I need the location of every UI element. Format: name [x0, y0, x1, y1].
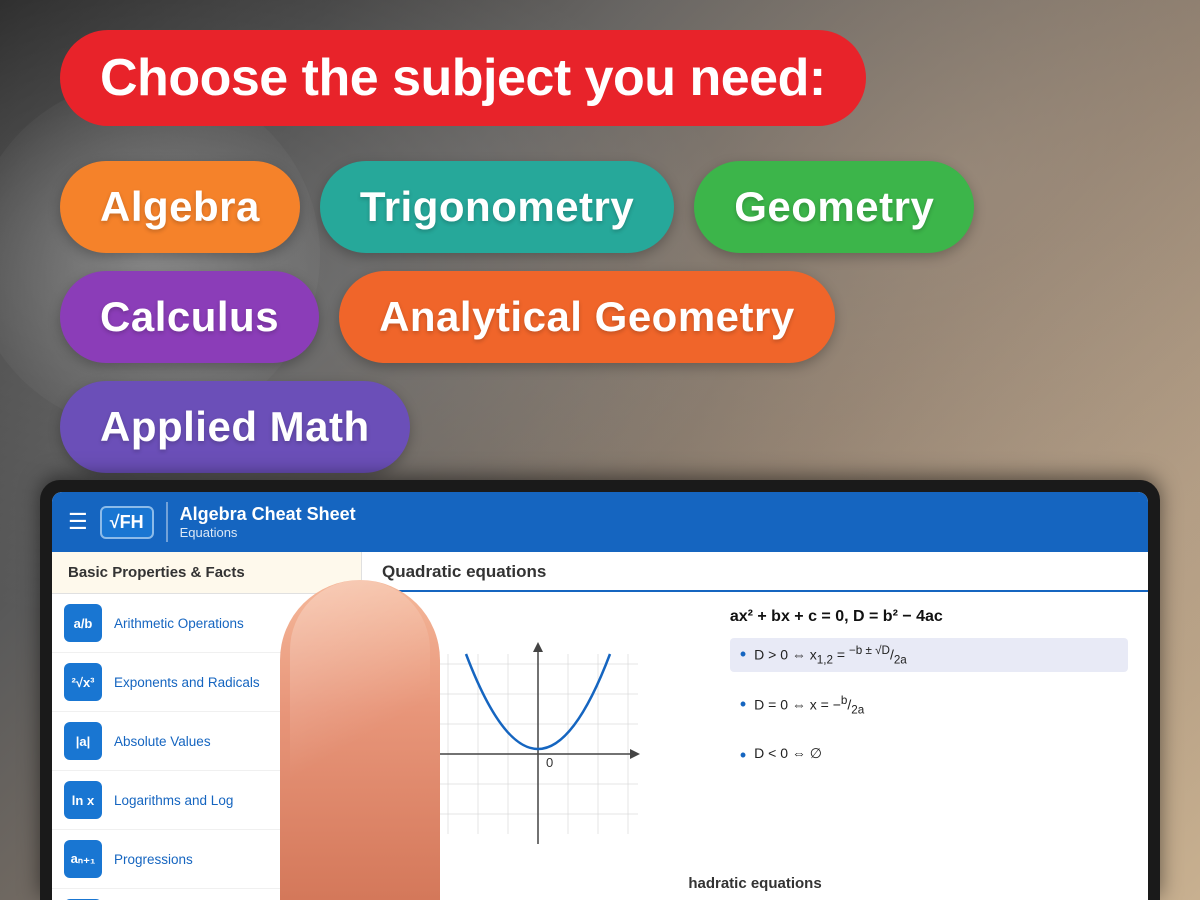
formula-d-zero: D = 0 ⇔ x = −b/2a [754, 694, 864, 716]
app-header: ☰ √FH Algebra Cheat Sheet Equations [52, 492, 1148, 552]
formula-area: ax² + bx + c = 0, D = b² − 4ac • D > 0 ⇔… [720, 602, 1138, 885]
absolute-label: Absolute Values [114, 734, 211, 749]
formula-main: ax² + bx + c = 0, D = b² − 4ac [730, 608, 1128, 626]
subject-row-2: Calculus Analytical Geometry [60, 271, 1140, 363]
geometry-button[interactable]: Geometry [694, 161, 974, 253]
subject-row-1: Algebra Trigonometry Geometry [60, 161, 1140, 253]
section-title: Quadratic equations [362, 552, 1148, 592]
absolute-icon: |a| [64, 722, 102, 760]
calculus-button[interactable]: Calculus [60, 271, 319, 363]
top-section: Choose the subject you need: Algebra Tri… [0, 0, 1200, 510]
device-screen: ☰ √FH Algebra Cheat Sheet Equations Basi… [52, 492, 1148, 900]
algebra-button[interactable]: Algebra [60, 161, 300, 253]
applied-math-button[interactable]: Applied Math [60, 381, 410, 473]
log-label: Logarithms and Log [114, 793, 233, 808]
bullet-3: • [740, 745, 746, 767]
header-title: Choose the subject you need: [100, 49, 826, 107]
trigonometry-button[interactable]: Trigonometry [320, 161, 674, 253]
main-content: Quadratic equations [362, 552, 1148, 900]
content-area: Basic Properties & Facts a/b Arithmetic … [52, 552, 1148, 900]
formula-d-negative: D < 0 ⇔ ∅ [754, 745, 822, 762]
content-body: 0 ax² + bx + c = 0, D = b² − 4ac • D > 0… [362, 592, 1148, 895]
sidebar-header: Basic Properties & Facts [52, 552, 361, 594]
exponents-label: Exponents and Radicals [114, 675, 260, 690]
subject-row-3: Applied Math [60, 381, 1140, 473]
device-frame: ☰ √FH Algebra Cheat Sheet Equations Basi… [40, 480, 1160, 900]
bottom-label: hadratic equations [688, 875, 821, 892]
log-icon: ln x [64, 781, 102, 819]
app-logo: √FH [100, 506, 154, 539]
formula-d-positive: D > 0 ⇔ x1,2 = −b ± √D/2a [754, 644, 907, 666]
app-title-block: Algebra Cheat Sheet Equations [180, 504, 356, 540]
header-divider [166, 502, 168, 542]
app-title: Algebra Cheat Sheet [180, 504, 356, 525]
formula-item-d-zero: • D = 0 ⇔ x = −b/2a [730, 688, 1128, 722]
subject-buttons: Algebra Trigonometry Geometry Calculus A… [60, 161, 1140, 473]
arithmetic-label: Arithmetic Operations [114, 616, 244, 631]
menu-icon[interactable]: ☰ [68, 509, 88, 535]
progressions-label: Progressions [114, 852, 193, 867]
arithmetic-icon: a/b [64, 604, 102, 642]
formula-item-d-positive: • D > 0 ⇔ x1,2 = −b ± √D/2a [730, 638, 1128, 672]
app-subtitle: Equations [180, 525, 356, 540]
exponents-icon: ²√x³ [64, 663, 102, 701]
analytical-geometry-button[interactable]: Analytical Geometry [339, 271, 835, 363]
parabola-graph: 0 [428, 634, 648, 854]
header-banner: Choose the subject you need: [60, 30, 866, 126]
progressions-icon: aₙ₊₁ [64, 840, 102, 878]
thumb-overlay [280, 580, 440, 900]
bullet-2: • [740, 694, 746, 716]
svg-text:0: 0 [546, 755, 553, 770]
bullet-1: • [740, 644, 746, 666]
formula-item-d-negative: • D < 0 ⇔ ∅ [730, 739, 1128, 773]
